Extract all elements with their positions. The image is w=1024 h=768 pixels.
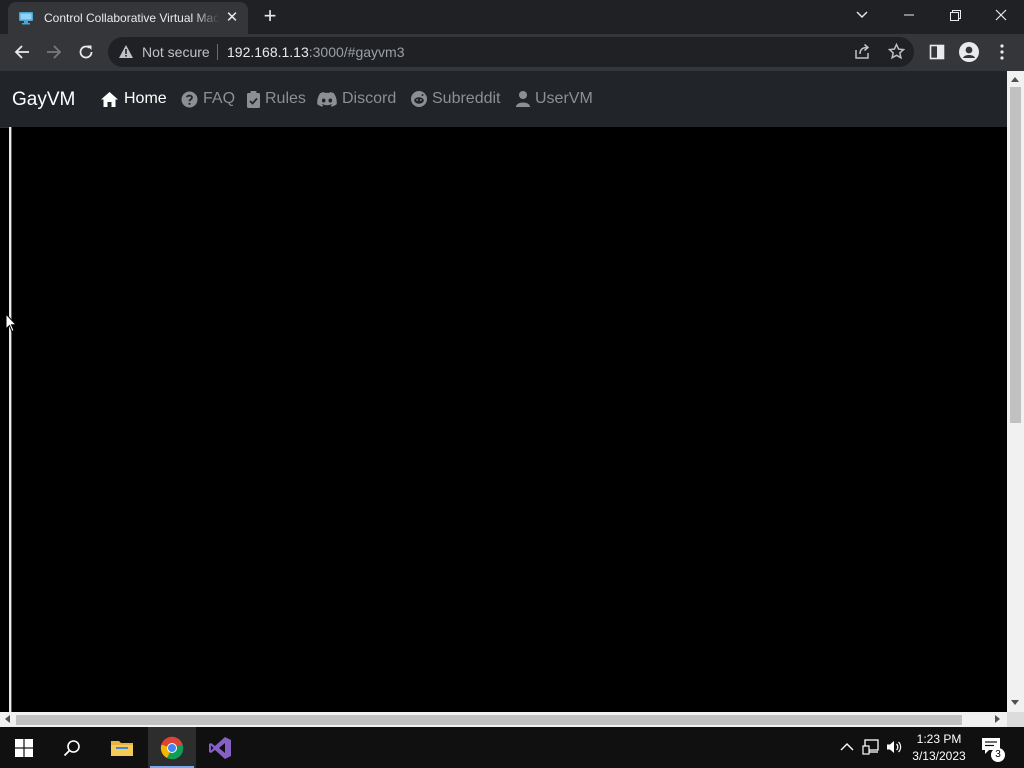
chevron-up-icon[interactable] <box>840 738 854 761</box>
reddit-icon <box>411 91 427 107</box>
close-window-icon[interactable] <box>978 0 1024 30</box>
warning-icon[interactable] <box>118 44 134 64</box>
minimize-icon[interactable] <box>886 0 932 30</box>
clock-date: 3/13/2023 <box>912 749 966 763</box>
vertical-scrollbar[interactable] <box>1007 71 1024 712</box>
clipboard-check-icon <box>247 90 260 108</box>
start-windows-icon[interactable] <box>0 727 48 768</box>
url-host: 192.168.1.13 <box>227 44 309 60</box>
clock-time: 1:23 PM <box>916 732 962 746</box>
web-page: GayVM Home FAQ Rules Discord Subreddit U… <box>0 71 1007 712</box>
visual-studio-icon[interactable] <box>196 727 244 768</box>
discord-icon <box>317 91 337 107</box>
monitor-favicon-icon <box>18 10 34 26</box>
security-status-label[interactable]: Not secure <box>142 44 210 60</box>
restore-icon[interactable] <box>932 0 978 30</box>
tab-title: Control Collaborative Virtual Machines <box>44 11 220 25</box>
home-icon <box>101 91 118 107</box>
nav-home-label: Home <box>124 90 167 107</box>
vertical-scroll-thumb[interactable] <box>1010 87 1021 423</box>
network-icon[interactable] <box>862 738 880 761</box>
nav-subreddit-label: Subreddit <box>432 90 501 107</box>
tab-close-icon[interactable]: ✕ <box>224 10 240 26</box>
vm-display-screen[interactable] <box>9 127 1007 712</box>
nav-uservm[interactable]: UserVM <box>516 90 593 108</box>
nav-rules[interactable]: Rules <box>247 90 306 108</box>
nav-discord[interactable]: Discord <box>317 90 396 108</box>
nav-discord-label: Discord <box>342 90 397 107</box>
url-path: :3000/#gayvm3 <box>308 44 405 60</box>
nav-uservm-label: UserVM <box>535 90 593 107</box>
nav-faq-label: FAQ <box>203 90 236 107</box>
search-icon[interactable] <box>48 727 96 768</box>
new-tab-button[interactable]: + <box>258 5 282 29</box>
forward-arrow-icon[interactable] <box>40 38 68 66</box>
user-icon <box>516 91 530 107</box>
system-clock[interactable]: 1:23 PM 3/13/2023 <box>906 731 972 765</box>
nav-rules-label: Rules <box>265 90 306 107</box>
side-panel-icon[interactable] <box>923 38 951 66</box>
horizontal-scrollbar[interactable] <box>0 712 1007 727</box>
kebab-menu-icon[interactable] <box>988 38 1016 66</box>
scroll-left-icon[interactable] <box>5 715 10 723</box>
back-arrow-icon[interactable] <box>8 38 36 66</box>
screen: Control Collaborative Virtual Machines ✕… <box>0 0 1024 768</box>
browser-toolbar: Not secure 192.168.1.13:3000/#gayvm3 <box>0 34 1024 71</box>
chrome-taskbar-icon[interactable] <box>148 727 196 768</box>
file-explorer-icon[interactable] <box>98 727 146 768</box>
browser-tab[interactable]: Control Collaborative Virtual Machines ✕ <box>8 2 248 34</box>
notification-count-badge: 3 <box>991 748 1005 762</box>
address-separator <box>217 44 218 60</box>
nav-home[interactable]: Home <box>100 90 167 108</box>
profile-avatar-icon[interactable] <box>955 38 983 66</box>
site-brand[interactable]: GayVM <box>12 89 75 111</box>
tab-search-chevron-icon[interactable] <box>848 4 876 26</box>
browser-tab-strip: Control Collaborative Virtual Machines ✕… <box>0 0 1024 34</box>
site-navbar: GayVM Home FAQ Rules Discord Subreddit U… <box>0 71 1007 128</box>
horizontal-scroll-thumb[interactable] <box>16 715 962 725</box>
address-bar[interactable]: Not secure 192.168.1.13:3000/#gayvm3 <box>108 37 914 67</box>
bookmark-star-icon[interactable] <box>887 42 906 65</box>
reload-icon[interactable] <box>72 38 100 66</box>
scroll-up-icon[interactable] <box>1011 77 1019 82</box>
mouse-cursor-icon <box>5 313 17 333</box>
share-icon[interactable] <box>854 43 871 65</box>
scrollbar-corner <box>1007 712 1024 727</box>
volume-icon[interactable] <box>886 738 904 761</box>
nav-faq[interactable]: FAQ <box>181 90 235 108</box>
url-text[interactable]: 192.168.1.13:3000/#gayvm3 <box>227 44 404 60</box>
nav-subreddit[interactable]: Subreddit <box>411 90 501 108</box>
scroll-right-icon[interactable] <box>995 715 1000 723</box>
windows-taskbar: 1:23 PM 3/13/2023 3 <box>0 727 1024 768</box>
scroll-down-icon[interactable] <box>1011 700 1019 705</box>
question-circle-icon <box>181 91 198 107</box>
vm-display-border-shade <box>11 127 12 712</box>
